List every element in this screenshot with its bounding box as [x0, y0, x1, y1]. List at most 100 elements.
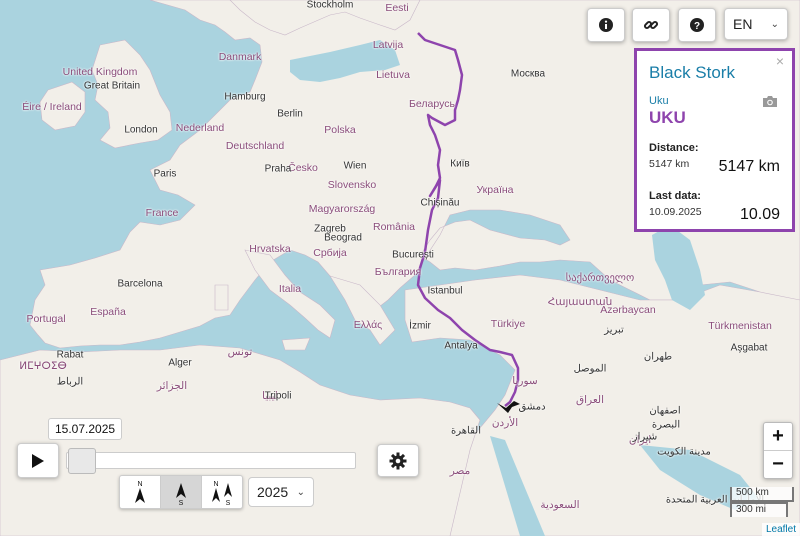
city-label: London [124, 124, 158, 136]
country-label: Հայաստան [547, 296, 613, 308]
city-label: Istanbul [427, 285, 463, 297]
country-label: España [90, 306, 126, 318]
city-label: مدينة الكويت [657, 446, 711, 458]
bird-info-panel: × Black Stork Uku UKU Distance: 5147 km … [634, 48, 795, 232]
north-south-top-label: N [213, 481, 218, 488]
city-label: Berlin [277, 108, 303, 120]
timeline-date: 15.07.2025 [48, 418, 123, 440]
close-icon[interactable]: × [776, 53, 784, 69]
country-label: Magyarország [308, 203, 376, 215]
city-label: Antalya [444, 340, 478, 352]
country-label: Türkmenistan [708, 320, 772, 332]
attribution-link[interactable]: Leaflet [761, 523, 800, 536]
city-label: الموصل [573, 363, 607, 375]
country-label: العراق [575, 394, 605, 406]
country-label: България [374, 266, 422, 278]
country-label: Italia [278, 283, 302, 295]
distance-label: Distance: [649, 142, 699, 154]
country-label: Nederland [175, 122, 225, 134]
city-label: دمشق [518, 401, 546, 413]
city-label: Great Britain [83, 80, 141, 92]
city-label: Beograd [324, 232, 362, 244]
city-label: İzmir [409, 320, 431, 332]
south-up-bottom-label: S [179, 500, 184, 506]
country-label: France [145, 207, 179, 219]
scale-mi: 300 mi [730, 502, 788, 517]
north-up-button[interactable]: N [120, 476, 161, 508]
bird-nickname: Uku [649, 95, 669, 107]
country-label: Беларусь [409, 98, 455, 110]
country-label: Éire / Ireland [22, 101, 82, 113]
country-label: Portugal [26, 313, 66, 325]
bird-name: UKU [649, 108, 686, 127]
country-label: Україна [476, 184, 514, 196]
country-label: الجزائر [156, 380, 188, 392]
city-label: تبريز [604, 324, 624, 336]
city-label: Aşgabat [730, 342, 768, 354]
svg-text:?: ? [694, 21, 700, 32]
camera-icon[interactable] [762, 95, 778, 108]
last-data-label: Last data: [649, 190, 701, 202]
timeline-track[interactable] [66, 452, 356, 469]
country-label: Polska [324, 124, 356, 136]
country-label: România [372, 221, 416, 233]
city-label: Alger [168, 357, 192, 369]
south-up-button[interactable]: S [161, 476, 202, 508]
city-label: Praha [264, 163, 292, 175]
city-label: Paris [153, 168, 177, 180]
country-label: سوريا [512, 375, 538, 387]
scale-bar: 500 km 300 mi [730, 487, 794, 517]
country-label: السعودية [540, 499, 580, 511]
south-arrow-icon: S [176, 483, 186, 506]
country-label: ⵍⵎⵖⵔⵉⴱ [19, 360, 67, 372]
city-label: البصرة [651, 419, 681, 431]
country-label: الأردن [491, 417, 519, 429]
city-label: Wien [343, 160, 367, 172]
city-label: طهران [643, 351, 673, 363]
share-link-button[interactable] [632, 8, 670, 42]
zoom-out-button[interactable]: − [764, 451, 792, 478]
zoom-control: + − [763, 422, 793, 479]
country-label: تونس [227, 346, 253, 358]
settings-button[interactable] [377, 444, 419, 477]
city-label: Москва [510, 68, 546, 80]
info-button[interactable] [587, 8, 625, 42]
city-label: București [392, 249, 434, 261]
language-value: EN [733, 16, 753, 32]
city-label: القاهرة [451, 425, 481, 437]
link-icon [643, 20, 659, 30]
city-label: Hamburg [224, 91, 266, 103]
play-button[interactable] [17, 443, 59, 478]
country-label: Lietuva [376, 69, 410, 81]
country-label: Ελλάς [353, 319, 383, 331]
country-label: Česko [288, 162, 318, 174]
species-title[interactable]: Black Stork [649, 63, 780, 83]
city-label: Київ [450, 158, 470, 170]
country-label: Danmark [218, 51, 262, 63]
country-label: Deutschland [225, 140, 285, 152]
help-icon: ? [690, 18, 704, 32]
city-label: Stockholm [306, 0, 354, 11]
city-label: Tripoli [264, 390, 292, 402]
zoom-in-button[interactable]: + [764, 423, 792, 451]
distance-big: 5147 km [718, 158, 780, 175]
country-label: Србија [313, 247, 347, 259]
help-button[interactable]: ? [678, 8, 716, 42]
chevron-down-icon: ⌄ [296, 486, 305, 498]
city-label: Barcelona [117, 278, 163, 290]
gear-icon [389, 452, 407, 469]
city-label: الرباط [56, 376, 84, 388]
country-label: Türkiye [490, 318, 526, 330]
country-label: საქართველო [565, 272, 635, 284]
north-south-bottom-label: S [226, 500, 231, 506]
city-label: Chișinău [420, 197, 460, 209]
language-select[interactable]: EN ⌄ [724, 8, 788, 40]
timeline-thumb[interactable] [68, 448, 96, 474]
year-select[interactable]: 2025 ⌄ [248, 477, 314, 507]
info-icon [599, 18, 613, 32]
north-up-top-label: N [137, 481, 142, 488]
last-data-row: Last data: 10.09.2025 10.09 [649, 190, 780, 224]
city-label: اصفهان [649, 405, 681, 417]
north-south-button[interactable]: N S [202, 476, 242, 508]
city-label: شيراز [632, 431, 658, 443]
